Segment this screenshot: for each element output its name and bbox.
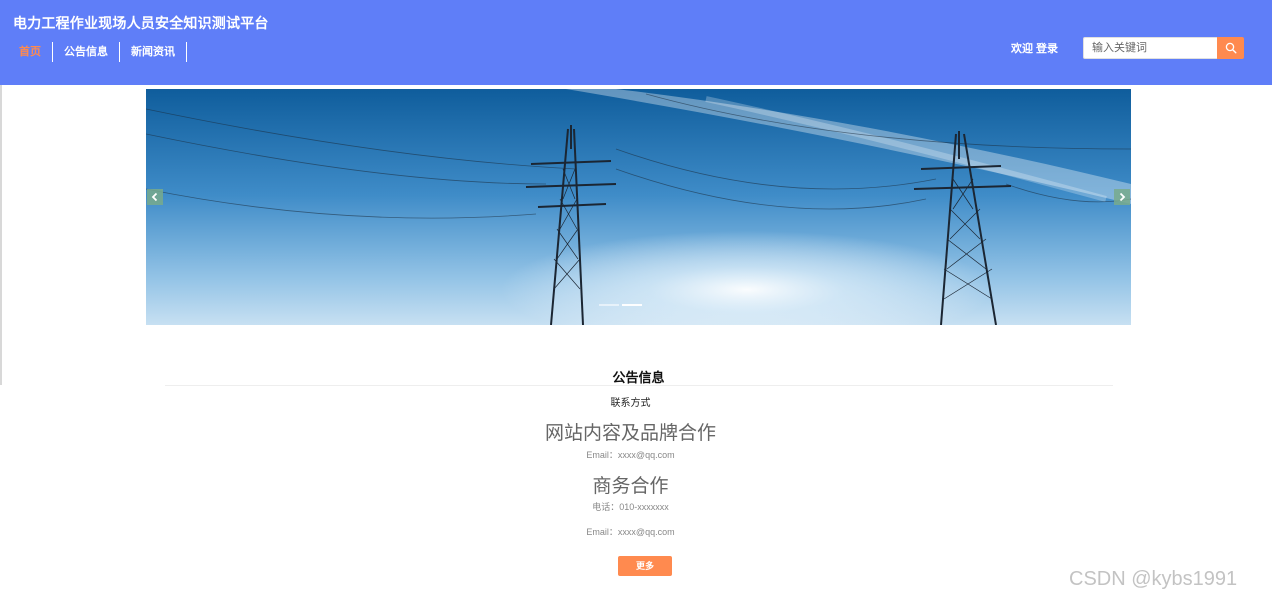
site-title: 电力工程作业现场人员安全知识测试平台 [13,15,269,31]
banner-image-power-towers [146,89,1131,325]
welcome-login-link[interactable]: 欢迎 登录 [1011,40,1058,56]
main-nav: 首页 公告信息 新闻资讯 [8,42,187,62]
chevron-left-icon [151,192,158,202]
watermark: CSDN @kybs1991 [1069,568,1238,590]
search-input[interactable] [1083,37,1218,59]
header: 电力工程作业现场人员安全知识测试平台 首页 公告信息 新闻资讯 欢迎 登录 [0,0,1272,85]
search-icon [1225,42,1237,54]
business-heading: 商务合作 [592,476,669,497]
banner-carousel[interactable] [146,89,1131,325]
banner-pagination [599,304,642,306]
section-title: 公告信息 [612,370,665,385]
cooperation-heading: 网站内容及品牌合作 [544,423,716,444]
banner-prev-button[interactable] [147,189,163,205]
business-email-text: Email：xxxx@qq.com [586,527,675,537]
contact-title: 联系方式 [610,398,651,409]
left-edge-line [0,85,2,385]
email-text: Email：xxxx@qq.com [586,450,675,460]
banner-next-button[interactable] [1114,189,1130,205]
more-button[interactable]: 更多 [618,556,672,576]
banner-dot[interactable] [599,304,619,306]
nav-item-notices[interactable]: 公告信息 [53,42,120,62]
search-button[interactable] [1217,37,1244,59]
nav-item-news[interactable]: 新闻资讯 [120,42,187,62]
nav-item-home[interactable]: 首页 [8,42,53,62]
section-divider [165,385,1113,386]
banner-dot-active[interactable] [622,304,642,306]
chevron-right-icon [1119,192,1126,202]
phone-text: 电话：010-xxxxxxx [592,502,669,512]
